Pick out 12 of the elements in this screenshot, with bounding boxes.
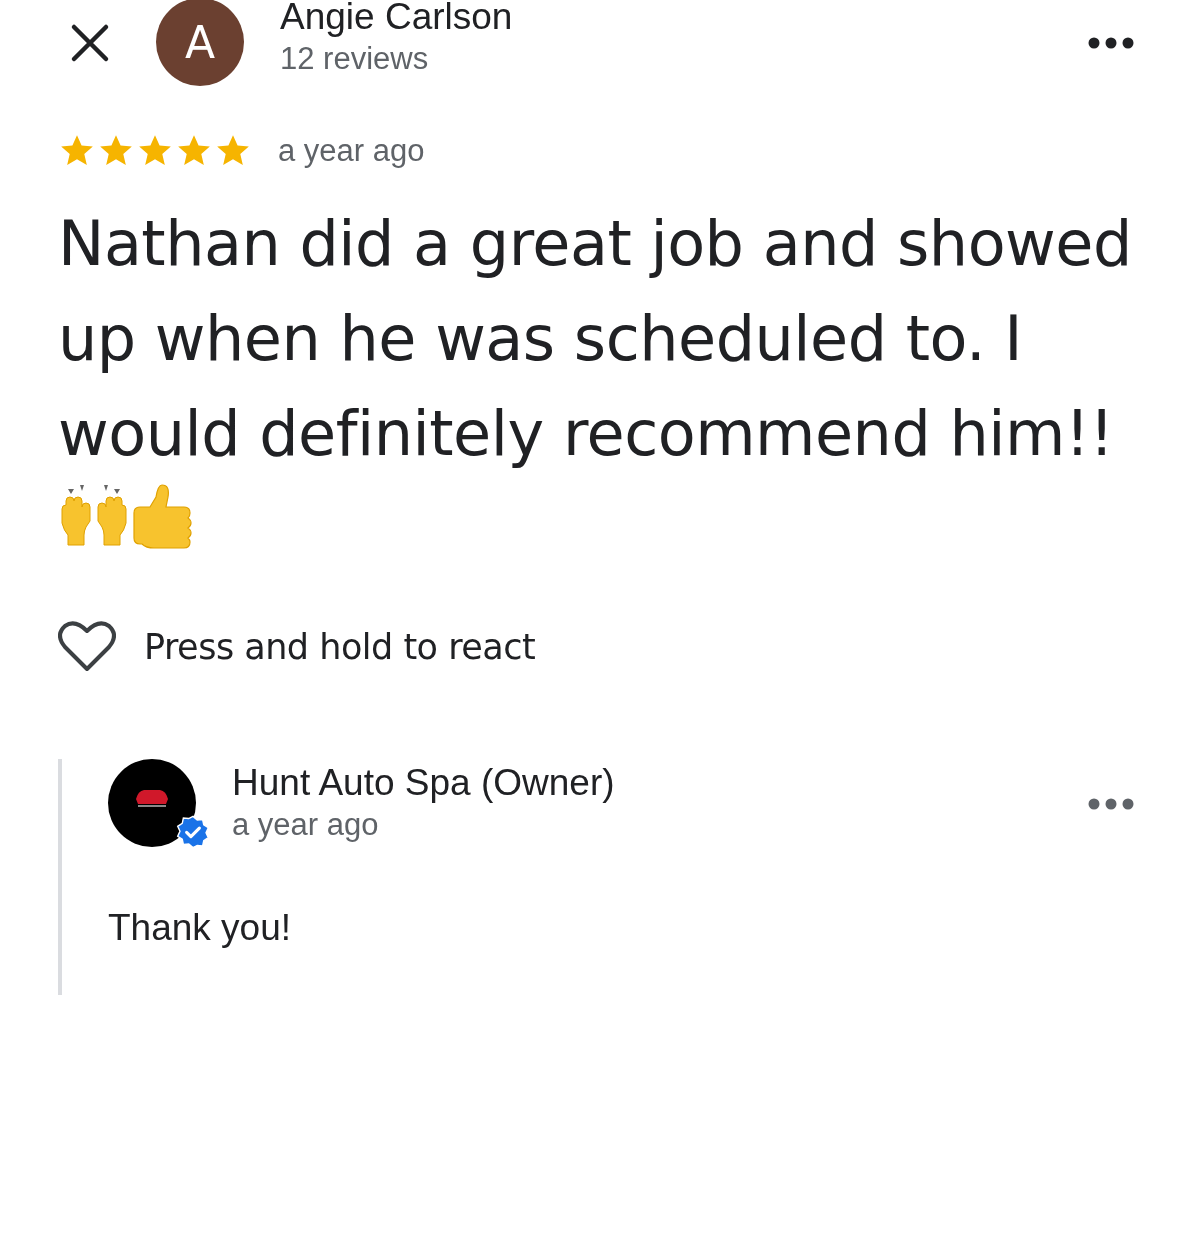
reply-time: a year ago — [232, 806, 380, 844]
more-icon[interactable] — [1088, 37, 1134, 49]
thumbs-up-icon — [130, 483, 194, 551]
avatar: A — [156, 0, 244, 86]
review-text: Nathan did a great job and showed up when he was scheduled to. I would definitely recommend him!! — [58, 206, 1133, 472]
owner-name: Hunt Auto Spa (Owner) — [232, 762, 615, 804]
reviewer-name[interactable]: Angie Carlson — [280, 0, 513, 38]
review-time: a year ago — [278, 133, 425, 169]
react-button[interactable]: Press and hold to react — [58, 621, 536, 673]
more-icon[interactable] — [1088, 798, 1134, 810]
reply-text: Thank you! — [108, 907, 293, 949]
review-count: 12 reviews — [280, 40, 430, 78]
